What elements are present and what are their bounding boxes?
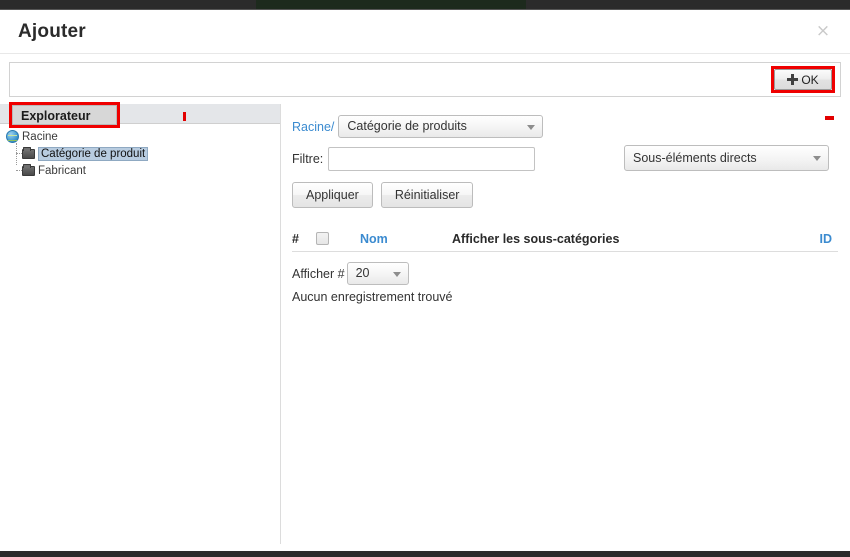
show-count-select[interactable]: 20 (346, 262, 409, 285)
filter-input[interactable] (328, 147, 536, 171)
explorer-panel: Explorateur Racine Catégorie de produit (0, 102, 281, 544)
explorer-tree: Racine Catégorie de produit Fabricant (0, 112, 280, 179)
category-select[interactable]: Catégorie de produits (338, 115, 544, 138)
table-header-row: # Nom Afficher les sous-catégories ID (292, 226, 838, 252)
column-header-select-all (316, 232, 360, 245)
tree-node-categorie-de-produit[interactable]: Catégorie de produit (6, 145, 280, 162)
tree-node-label: Fabricant (38, 164, 86, 177)
explorer-tab-highlight: Explorateur (9, 102, 120, 128)
close-icon[interactable]: × (814, 22, 832, 40)
filter-actions: Appliquer Réinitialiser (292, 182, 838, 208)
filter-row: Filtre: Sous-éléments directs (292, 143, 838, 175)
scope-select[interactable]: Sous-éléments directs (624, 145, 829, 171)
filter-label: Filtre: (292, 152, 324, 166)
content-panel: Racine/ Catégorie de produits Filtre: So… (282, 104, 850, 544)
dialog-toolbar: OK (9, 62, 841, 97)
select-all-checkbox[interactable] (316, 232, 329, 245)
tree-node-label: Catégorie de produit (38, 146, 149, 161)
ok-button-label: OK (801, 72, 819, 87)
browser-chrome-bottom (0, 551, 850, 557)
results-table: # Nom Afficher les sous-catégories ID Af… (292, 226, 838, 304)
tab-explorateur[interactable]: Explorateur (12, 105, 117, 125)
screenshot-root: Ajouter × OK Explorateur Racine Catégori… (0, 0, 850, 557)
tree-children: Catégorie de produit Fabricant (6, 143, 280, 179)
reset-button[interactable]: Réinitialiser (380, 182, 474, 208)
apply-button[interactable]: Appliquer (292, 182, 373, 208)
breadcrumb-link-racine[interactable]: Racine/ (292, 120, 334, 134)
show-count-label: Afficher # (292, 266, 345, 281)
show-count-row: Afficher # 20 (292, 262, 838, 285)
column-header-sous-categories: Afficher les sous-catégories (452, 231, 620, 246)
column-header-index: # (292, 231, 299, 246)
annotation-mark-content (825, 116, 834, 120)
dialog-body: Explorateur Racine Catégorie de produit (0, 102, 850, 544)
breadcrumb: Racine/ Catégorie de produits (292, 114, 838, 139)
ok-button[interactable]: OK (774, 69, 832, 90)
tree-node-racine[interactable]: Racine (6, 128, 280, 145)
plus-icon (787, 74, 799, 85)
browser-chrome-top (0, 0, 850, 10)
page-title: Ajouter (18, 20, 86, 42)
folder-icon (22, 146, 35, 159)
annotation-mark-tree (183, 112, 186, 121)
dialog-header: Ajouter × (0, 10, 850, 54)
explorer-tabbar: Explorateur (0, 102, 280, 128)
tree-node-label: Racine (22, 130, 58, 143)
column-header-id[interactable]: ID (798, 232, 838, 246)
add-dialog: Ajouter × OK Explorateur Racine Catégori… (0, 10, 850, 551)
column-header-nom[interactable]: Nom (360, 232, 452, 246)
empty-state-message: Aucun enregistrement trouvé (292, 290, 453, 304)
folder-icon (22, 163, 35, 176)
globe-icon (6, 130, 19, 143)
ok-button-highlight: OK (771, 66, 835, 93)
tree-node-fabricant[interactable]: Fabricant (6, 162, 280, 179)
